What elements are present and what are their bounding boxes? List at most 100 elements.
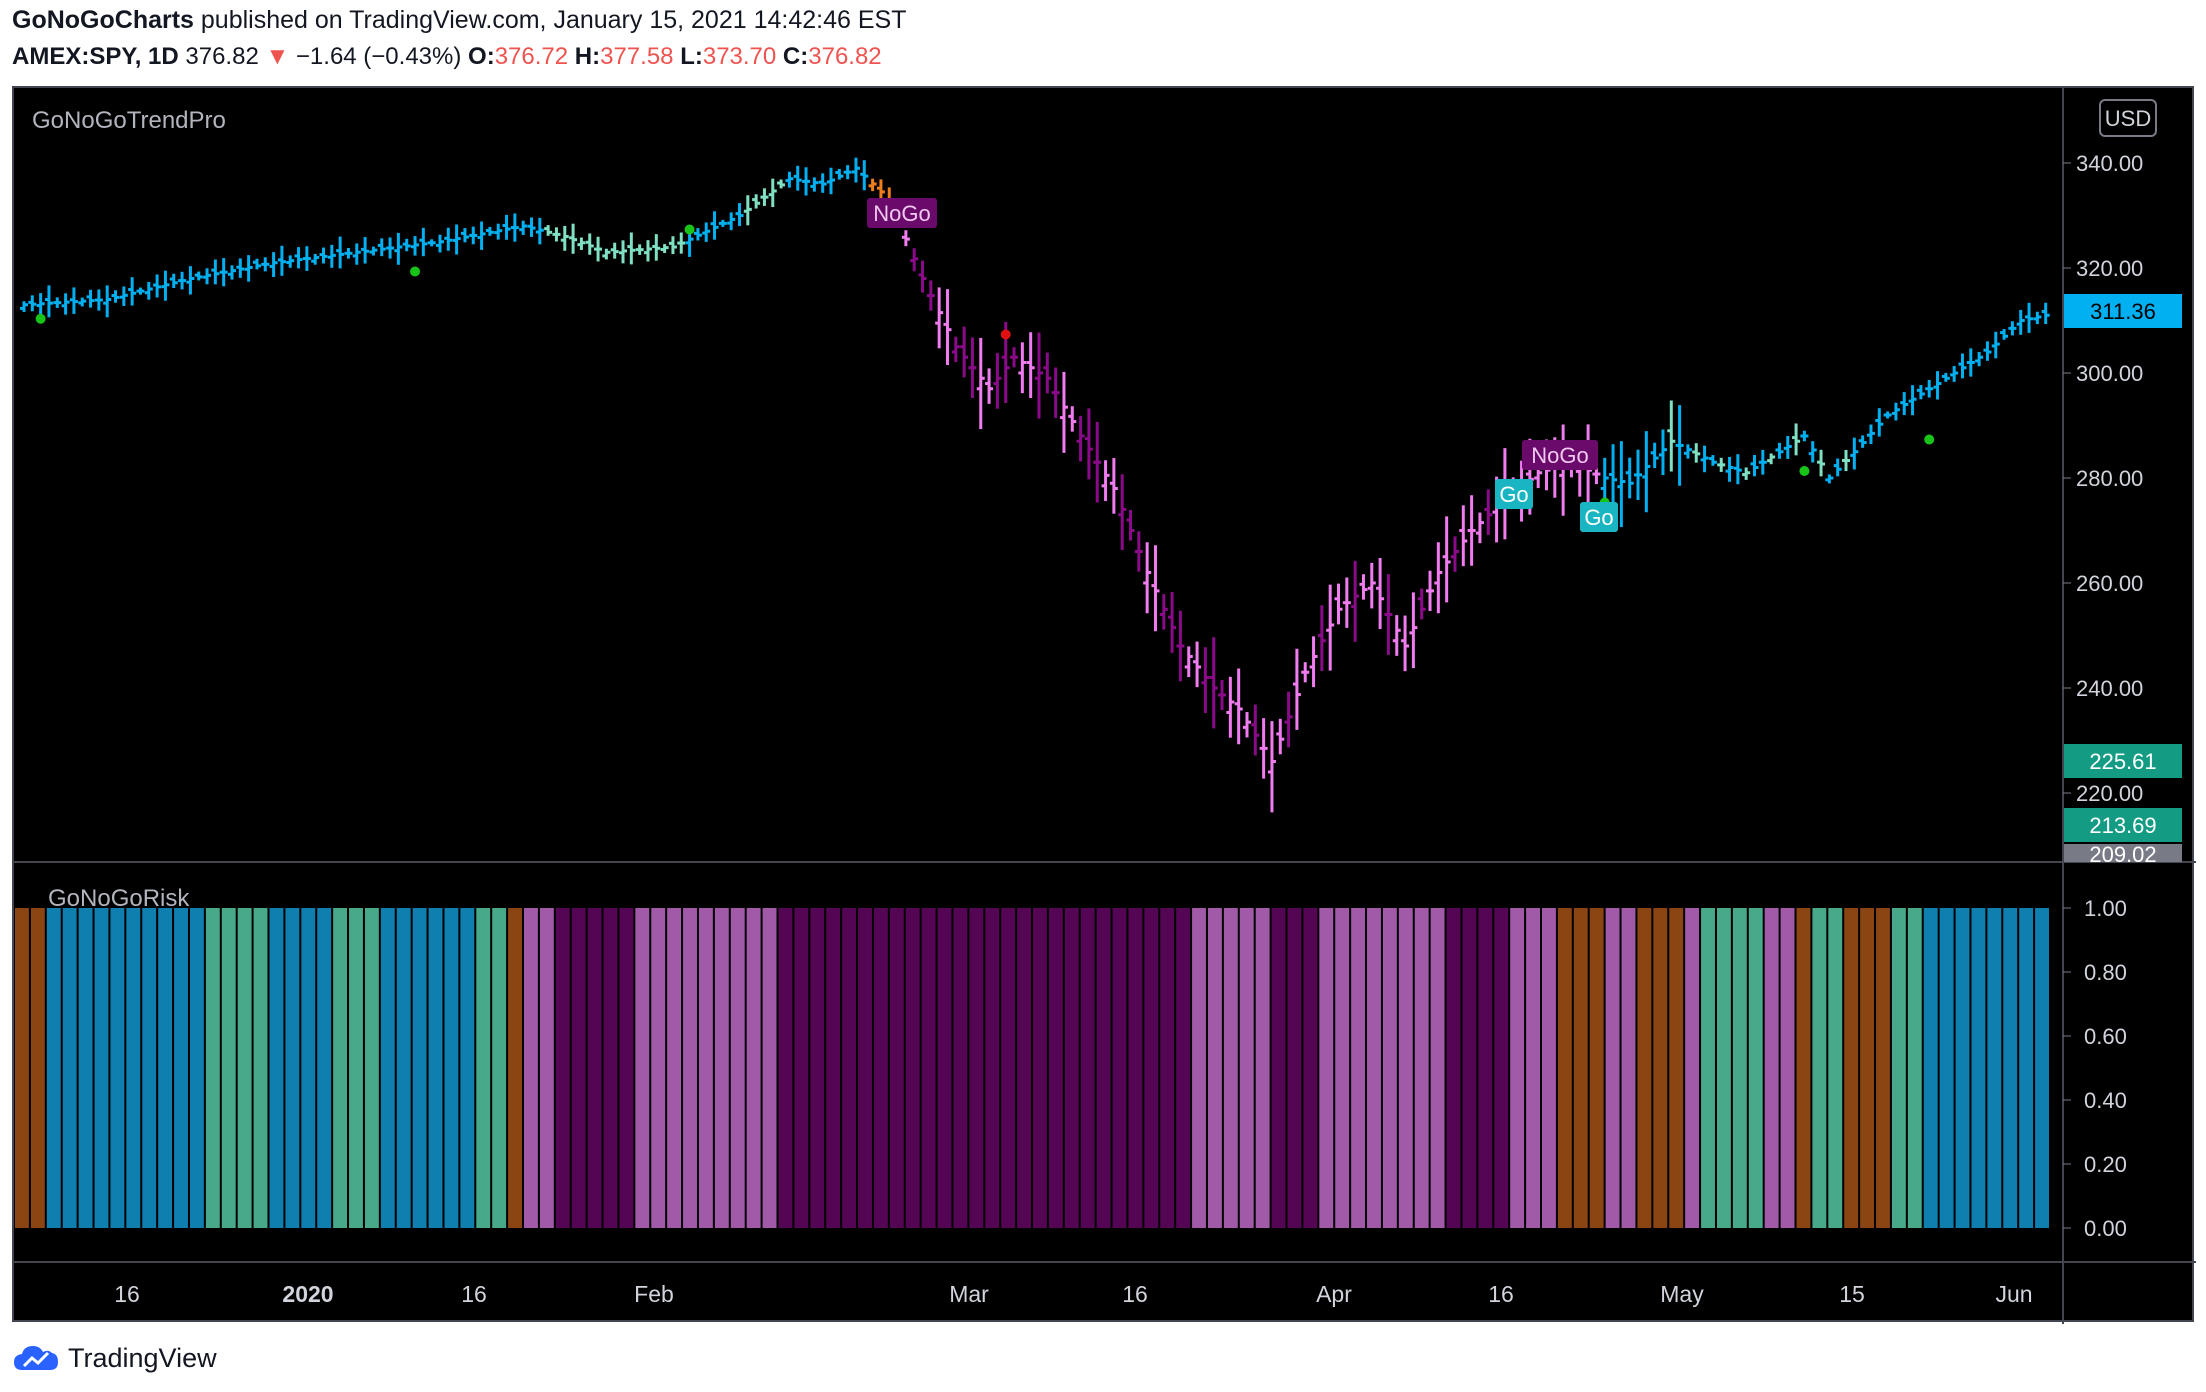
- price-bar: [1450, 536, 1459, 572]
- price-bar: [510, 213, 519, 242]
- price-bar: [61, 293, 70, 315]
- price-bar: [1084, 408, 1093, 480]
- price-bar: [619, 240, 628, 264]
- price-bar: [336, 236, 345, 269]
- risk-column: [62, 908, 77, 1228]
- risk-column: [683, 908, 697, 1228]
- price-bar: [1975, 351, 1984, 367]
- risk-column: [1462, 908, 1477, 1228]
- price-bar: [1409, 592, 1418, 669]
- signal-dot: [410, 266, 421, 277]
- risk-column: [1685, 908, 1700, 1228]
- price-bar: [311, 253, 320, 265]
- price-bar: [302, 246, 311, 271]
- risk-column: [221, 908, 236, 1228]
- risk-indicator-name[interactable]: GoNoGoRisk: [48, 885, 190, 912]
- risk-column: [1414, 908, 1429, 1228]
- price-bar: [1426, 570, 1435, 612]
- price-bar: [1201, 647, 1210, 713]
- risk-column: [953, 908, 968, 1228]
- risk-column: [2003, 908, 2018, 1228]
- price-bar: [1276, 718, 1285, 755]
- price-bar: [1858, 435, 1867, 448]
- risk-tick: 0.60: [2084, 1024, 2127, 1049]
- price-bar: [203, 268, 212, 285]
- price-bar: [1076, 415, 1085, 462]
- risk-column: [349, 908, 363, 1228]
- price-bar: [1916, 385, 1925, 400]
- price-bar: [660, 244, 669, 254]
- price-bar: [1783, 435, 1792, 459]
- symbol-label: AMEX:SPY, 1D: [12, 43, 179, 70]
- price-bars: [20, 157, 2050, 813]
- risk-column: [1637, 908, 1652, 1228]
- price-bar: [269, 252, 278, 278]
- footer[interactable]: TradingView: [12, 1338, 217, 1378]
- chart-canvas[interactable]: GoNoGoTrendPro GoNoGoRisk USD 340.00 320…: [14, 88, 2196, 1324]
- time-axis[interactable]: 16 2020 16 Feb Mar 16 Apr 16 May 15 Jun: [114, 1281, 2032, 1307]
- go-label: Go: [1584, 505, 1613, 530]
- price-bar: [1043, 352, 1052, 394]
- risk-column: [1923, 908, 1938, 1228]
- last-price-badge-text: 311.36: [2090, 299, 2156, 324]
- risk-column: [1335, 908, 1350, 1228]
- price-bar: [1434, 542, 1443, 614]
- brand-name[interactable]: TradingView: [68, 1343, 217, 1374]
- price-bar: [1875, 408, 1884, 437]
- currency-button[interactable]: USD: [2099, 99, 2157, 137]
- price-bar: [86, 289, 95, 308]
- high-label: H:: [574, 43, 601, 70]
- price-axis[interactable]: 340.00 320.00 300.00 280.00 260.00 240.0…: [2063, 151, 2143, 806]
- price-indicator-name[interactable]: GoNoGoTrendPro: [32, 107, 226, 134]
- nogo-label: NoGo: [873, 201, 930, 226]
- risk-column: [826, 908, 841, 1228]
- price-bar: [377, 238, 386, 257]
- price-bar: [319, 247, 328, 264]
- price-bar: [1717, 457, 1726, 472]
- price-bar: [702, 222, 711, 242]
- time-tick: 2020: [282, 1281, 333, 1307]
- signal-dot: [1924, 434, 1935, 445]
- price-bar: [985, 368, 994, 404]
- price-bar: [1068, 406, 1077, 432]
- risk-tick: 0.80: [2084, 960, 2127, 985]
- risk-column: [126, 908, 141, 1228]
- risk-column: [1160, 908, 1175, 1228]
- risk-column: [1542, 908, 1556, 1228]
- price-bar: [20, 301, 28, 312]
- price-bar: [1792, 423, 1801, 456]
- price-bar: [286, 255, 295, 268]
- chart-frame[interactable]: GoNoGoTrendPro GoNoGoRisk USD 340.00 320…: [12, 86, 2196, 1324]
- price-bar: [244, 255, 253, 282]
- time-tick: 16: [1488, 1281, 1514, 1307]
- price-bar: [1900, 392, 1909, 416]
- price-bar: [1658, 429, 1667, 476]
- price-bar: [544, 225, 553, 236]
- price-bar: [951, 336, 960, 363]
- price-bar: [976, 337, 985, 430]
- author-name[interactable]: GoNoGoCharts: [12, 6, 194, 34]
- price-bar: [1035, 332, 1043, 419]
- risk-column: [508, 908, 522, 1228]
- price-bar: [1933, 371, 1942, 400]
- risk-axis[interactable]: 1.00 0.80 0.60 0.40 0.20 0.00: [2063, 896, 2127, 1241]
- price-bar: [2041, 302, 2050, 325]
- risk-column: [428, 908, 443, 1228]
- price-bar: [452, 224, 461, 255]
- price-bar: [161, 270, 170, 301]
- signal-dot: [1000, 329, 1011, 340]
- price-bar: [1059, 371, 1068, 453]
- price-bar: [594, 236, 603, 262]
- risk-column: [1764, 908, 1779, 1228]
- risk-column: [1494, 908, 1509, 1228]
- price-bar: [1118, 474, 1127, 551]
- price-bar: [1143, 542, 1152, 614]
- risk-column: [380, 908, 395, 1228]
- open-value: 376.72: [494, 43, 569, 70]
- price-bar: [2033, 311, 2042, 325]
- price-bar: [194, 271, 203, 281]
- risk-column: [285, 908, 300, 1228]
- price-bar: [652, 234, 661, 261]
- price-bar: [1193, 641, 1202, 688]
- risk-column: [444, 908, 459, 1228]
